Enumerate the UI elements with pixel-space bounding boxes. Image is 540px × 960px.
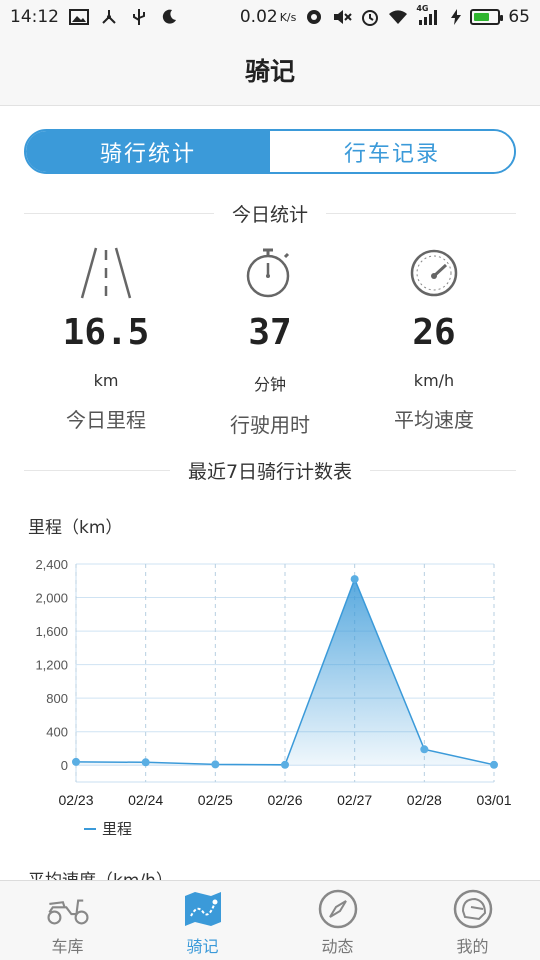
mileage-chart: 0 400 800 1,200 1,600 2,000 2,400 02/23 02/24 02… (35, 557, 511, 808)
moon-icon (159, 8, 179, 26)
nav-profile[interactable]: 我的 (405, 881, 540, 960)
distance-unit: km (93, 371, 119, 390)
y-tick-label: 2,400 (35, 557, 68, 572)
wifi-icon (388, 8, 408, 26)
legend-swatch (84, 827, 96, 830)
nav-garage[interactable]: 车库 (0, 881, 135, 960)
chart-y-axis-title: 里程（km） (28, 518, 123, 538)
today-section-title: 今日统计 (232, 203, 309, 226)
weekly-section-title: 最近7日骑行计数表 (187, 460, 353, 483)
duration-value: 37 (248, 312, 292, 353)
x-tick-label: 02/23 (58, 792, 93, 808)
y-tick-label: 1,200 (35, 658, 68, 673)
data-point-02/25 (211, 760, 220, 769)
y-tick-label: 1,600 (35, 624, 68, 639)
today-stats: 16.5 km 今日里程 37 分钟 行驶用时 26 km/h 平均速度 (24, 245, 516, 438)
charging-icon (450, 8, 462, 26)
y-tick-label: 0 (61, 758, 68, 773)
signal-icon: 4G (416, 4, 442, 26)
data-point-02/24 (141, 758, 150, 767)
duration-label: 行驶用时 (230, 413, 310, 437)
y-tick-label: 800 (46, 691, 68, 706)
avg-speed-value: 26 (412, 312, 456, 353)
distance-value: 16.5 (62, 312, 150, 353)
road-icon (78, 245, 134, 301)
avg-speed-unit: km/h (413, 371, 455, 390)
legend-label: 里程 (102, 820, 133, 838)
stat-distance: 16.5 km 今日里程 (24, 245, 188, 438)
y-tick-label: 2,000 (35, 591, 68, 606)
speedometer-icon (406, 245, 462, 301)
scooter-icon (46, 889, 90, 929)
compass-icon (316, 889, 360, 929)
tab-riding-stats[interactable]: 骑行统计 (26, 131, 270, 172)
tab-driving-records[interactable]: 行车记录 (270, 131, 514, 172)
alarm-icon (360, 8, 380, 26)
nav-feed-label: 动态 (321, 937, 354, 956)
nav-ride-log-label: 骑记 (186, 937, 219, 956)
network-type: 4G (416, 4, 429, 13)
stopwatch-icon (242, 245, 298, 301)
helmet-icon (451, 889, 495, 929)
y-tick-label: 400 (46, 725, 68, 740)
mute-icon (332, 8, 353, 26)
image-notification-icon (69, 8, 89, 26)
bottom-nav: 车库 骑记 动态 我的 (0, 880, 540, 960)
data-point-03/01 (490, 760, 498, 769)
data-point-02/27 (350, 575, 359, 584)
app-header: 骑记 (0, 34, 540, 106)
segmented-tabs: 骑行统计 行车记录 (24, 129, 516, 174)
nav-garage-label: 车库 (51, 937, 84, 956)
today-section-header: 今日统计 (24, 201, 517, 226)
status-bar: 14:12 0.02 K/s 4G 65 (0, 0, 540, 34)
battery-fill (474, 13, 489, 21)
battery-icon (470, 9, 504, 25)
x-tick-label: 03/01 (476, 792, 511, 808)
nav-profile-label: 我的 (456, 937, 489, 956)
map-icon (181, 889, 225, 929)
net-speed: 0.02 (239, 7, 278, 27)
data-point-02/28 (420, 745, 429, 754)
data-point-02/26 (281, 760, 289, 769)
weekly-section-header: 最近7日骑行计数表 (24, 458, 516, 483)
avg-speed-label: 平均速度 (394, 408, 474, 432)
nav-ride-log[interactable]: 骑记 (135, 881, 270, 960)
chart-legend: 里程 (84, 818, 132, 839)
distance-label: 今日里程 (66, 408, 146, 432)
nav-feed[interactable]: 动态 (270, 881, 405, 960)
hotspot-icon (304, 8, 324, 26)
net-speed-unit: K/s (279, 10, 297, 24)
stat-avg-speed: 26 km/h 平均速度 (352, 245, 516, 438)
duration-unit: 分钟 (253, 375, 286, 394)
x-tick-label: 02/28 (407, 792, 442, 808)
x-tick-label: 02/25 (198, 792, 233, 808)
usb-icon (129, 8, 149, 26)
stat-duration: 37 分钟 行驶用时 (188, 245, 352, 438)
x-tick-label: 02/24 (128, 792, 163, 808)
share-notification-icon (99, 8, 119, 26)
x-tick-label: 02/27 (337, 792, 372, 808)
status-time: 14:12 (10, 7, 59, 27)
battery-percent: 65 (508, 7, 530, 27)
data-point-02/23 (72, 757, 80, 766)
x-tick-label: 02/26 (267, 792, 302, 808)
page-title: 骑记 (244, 56, 295, 86)
